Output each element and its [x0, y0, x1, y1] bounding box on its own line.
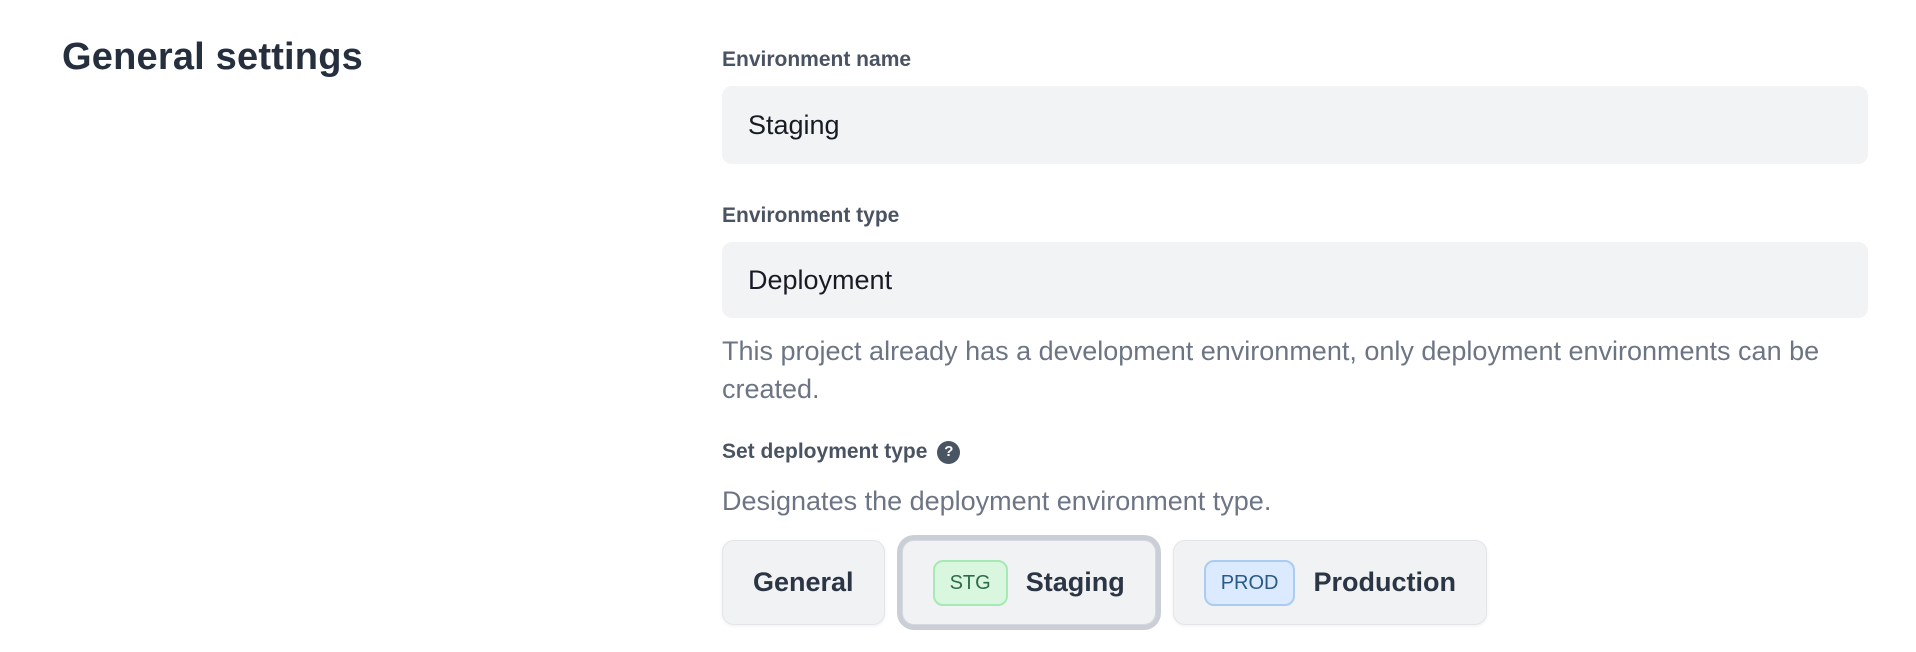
- general-settings-page: General settings Environment name Enviro…: [0, 0, 1916, 625]
- environment-name-input[interactable]: [722, 86, 1868, 164]
- stg-badge: STG: [933, 560, 1008, 606]
- settings-form: Environment name Environment type This p…: [722, 36, 1868, 625]
- page-title: General settings: [62, 36, 722, 79]
- environment-name-label: Environment name: [722, 46, 1868, 74]
- production-option-label: Production: [1313, 567, 1456, 598]
- environment-type-label: Environment type: [722, 202, 1868, 230]
- deployment-type-option-production[interactable]: PROD Production: [1173, 540, 1487, 625]
- prod-badge: PROD: [1204, 560, 1296, 606]
- environment-type-input[interactable]: [722, 242, 1868, 318]
- heading-column: General settings: [62, 36, 722, 625]
- question-mark-icon[interactable]: ?: [937, 441, 960, 464]
- deployment-type-option-staging[interactable]: STG Staging: [902, 540, 1156, 625]
- environment-type-help-text: This project already has a development e…: [722, 332, 1868, 408]
- general-option-label: General: [753, 567, 854, 598]
- deployment-type-description: Designates the deployment environment ty…: [722, 482, 1868, 520]
- deployment-type-options: General STG Staging PROD Production: [722, 534, 1868, 625]
- set-deployment-type-label: Set deployment type: [722, 438, 927, 466]
- staging-option-label: Staging: [1026, 567, 1125, 598]
- set-deployment-type-row: Set deployment type ?: [722, 438, 1868, 466]
- deployment-type-option-general[interactable]: General: [722, 540, 885, 625]
